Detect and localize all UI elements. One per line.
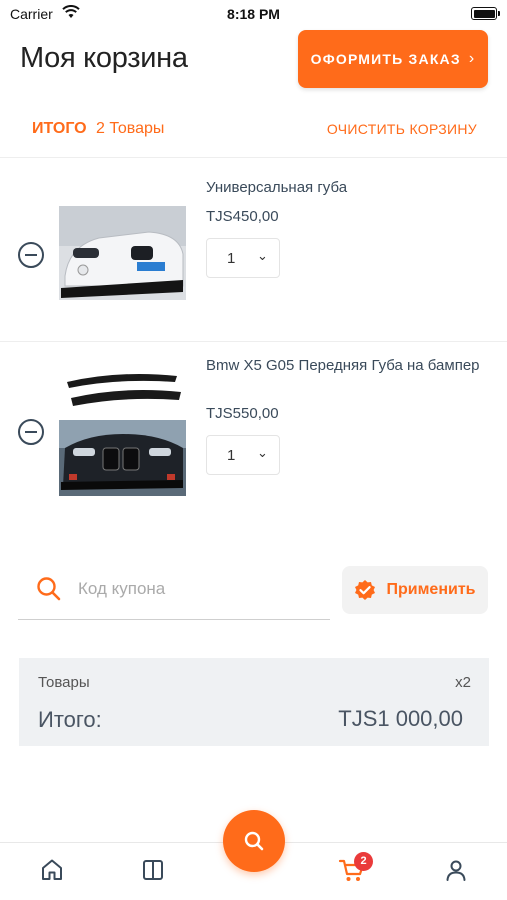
coupon-field[interactable] [18, 566, 330, 620]
checkout-button[interactable]: ОФОРМИТЬ ЗАКАЗ › [298, 30, 488, 88]
item-price: TJS450,00 [206, 208, 279, 225]
search-icon [37, 577, 61, 601]
home-icon [42, 859, 62, 880]
total-label: ИТОГО [32, 120, 87, 137]
categories-icon [143, 860, 163, 880]
product-image [59, 368, 186, 496]
search-icon [244, 831, 264, 851]
cart-item: Универсальная губа TJS450,00 1 ⌄ [0, 160, 507, 342]
item-name[interactable]: Универсальная губа [206, 178, 486, 198]
user-icon [446, 860, 466, 881]
cart-summary-row: ИТОГО 2 Товары ОЧИСТИТЬ КОРЗИНУ [0, 110, 507, 158]
grand-total-value: TJS1 000,00 [338, 706, 463, 731]
quantity-value: 1 [227, 447, 236, 464]
chevron-down-icon: ⌄ [257, 445, 268, 460]
item-count: 2 Товары [96, 120, 165, 137]
page-title: Моя корзина [20, 42, 188, 74]
apply-coupon-button[interactable]: Применить [342, 566, 488, 614]
verified-badge-icon [355, 580, 376, 600]
grand-total-label: Итого: [38, 707, 102, 732]
clear-cart-button[interactable]: ОЧИСТИТЬ КОРЗИНУ [327, 121, 477, 137]
quantity-value: 1 [227, 250, 236, 267]
minus-circle-icon[interactable] [18, 242, 44, 268]
search-fab-button[interactable] [223, 810, 285, 872]
quantity-select[interactable]: 1 ⌄ [206, 238, 280, 278]
tab-home[interactable] [37, 855, 67, 885]
chevron-down-icon: ⌄ [257, 248, 268, 263]
goods-label: Товары [38, 674, 90, 691]
item-name[interactable]: Bmw X5 G05 Передняя Губа на бампер [206, 356, 486, 376]
product-image [59, 206, 186, 300]
coupon-input[interactable] [78, 576, 318, 602]
status-bar: Carrier 8:18 PM [0, 0, 507, 28]
tab-categories[interactable] [138, 855, 168, 885]
cart-badge: 2 [354, 852, 373, 871]
goods-count: x2 [455, 674, 471, 691]
battery-icon [471, 7, 500, 20]
apply-label: Применить [386, 581, 476, 598]
tab-profile[interactable] [441, 855, 471, 885]
item-price: TJS550,00 [206, 405, 279, 422]
chevron-right-icon: › [468, 50, 476, 67]
quantity-select[interactable]: 1 ⌄ [206, 435, 280, 475]
minus-circle-icon[interactable] [18, 419, 44, 445]
cart-item: Bmw X5 G05 Передняя Губа на бампер TJS55… [0, 344, 507, 524]
checkout-label: ОФОРМИТЬ ЗАКАЗ [310, 51, 461, 67]
totals-panel: Товары x2 Итого: TJS1 000,00 [19, 658, 489, 746]
clock: 8:18 PM [227, 6, 280, 22]
